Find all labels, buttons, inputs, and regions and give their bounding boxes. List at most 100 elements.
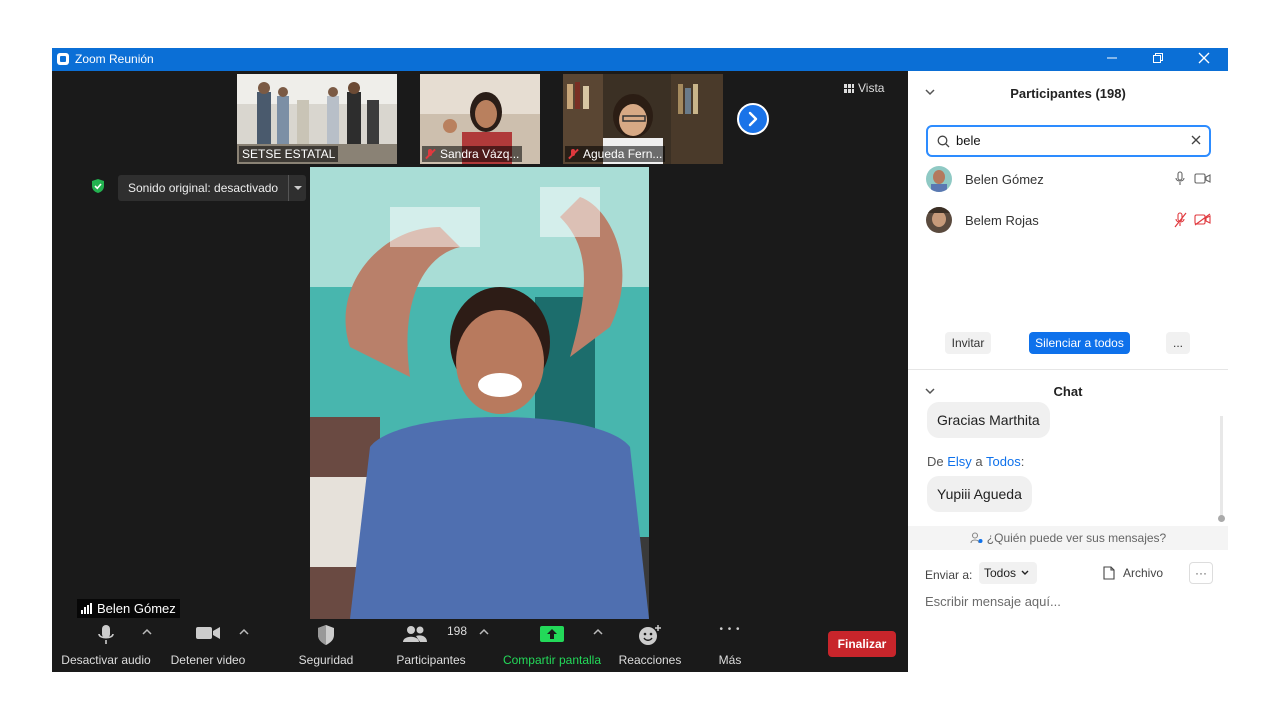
avatar <box>926 166 952 192</box>
mute-audio-label: Desactivar audio <box>61 653 151 667</box>
chat-sender-link[interactable]: Elsy <box>947 454 972 469</box>
invite-button[interactable]: Invitar <box>945 332 991 354</box>
active-speaker-name: Belen Gómez <box>97 601 176 616</box>
microphone-icon[interactable] <box>1175 171 1185 187</box>
participant-search-value: bele <box>956 133 981 148</box>
security-button[interactable]: Seguridad <box>290 618 362 672</box>
chat-message-input[interactable]: Escribir mensaje aquí... <box>925 593 1215 615</box>
file-label: Archivo <box>1123 566 1164 580</box>
video-off-icon[interactable] <box>1194 213 1212 226</box>
participants-icon <box>402 626 427 642</box>
more-dots-icon: • • • <box>719 624 741 635</box>
send-to-dropdown[interactable]: Todos <box>979 562 1037 584</box>
minimize-button[interactable] <box>1089 48 1135 71</box>
more-label: Más <box>718 653 742 667</box>
thumbnail-name-label: SETSE ESTATAL <box>239 146 339 162</box>
section-divider <box>908 369 1228 370</box>
mic-muted-icon <box>425 149 435 159</box>
chat-message-header: De Elsy a Todos: <box>927 454 1024 469</box>
who-can-see-messages[interactable]: ¿Quién puede ver sus mensajes? <box>908 526 1228 550</box>
meeting-toolbar: Desactivar audio Detener video Seguridad <box>52 618 908 672</box>
participants-label: Participantes <box>396 653 466 667</box>
restore-button[interactable] <box>1135 48 1181 71</box>
participant-search-input[interactable]: bele <box>926 125 1211 157</box>
stop-video-label: Detener video <box>170 653 246 667</box>
reactions-button[interactable]: Reacciones <box>614 618 686 672</box>
active-speaker-label: Belen Gómez <box>77 599 180 618</box>
mute-all-button[interactable]: Silenciar a todos <box>1029 332 1130 354</box>
video-options-caret-icon[interactable] <box>239 628 249 636</box>
close-icon <box>1198 52 1210 64</box>
zoom-window: Zoom Reunión SETSE ESTATAL Sandra Vázq..… <box>52 48 1228 672</box>
chevron-right-icon <box>748 111 758 127</box>
send-to-label: Enviar a: <box>925 568 973 582</box>
end-meeting-button[interactable]: Finalizar <box>828 631 896 657</box>
chat-scrollbar-thumb[interactable] <box>1218 515 1225 522</box>
participant-row[interactable]: Belem Rojas <box>926 207 1216 235</box>
title-bar: Zoom Reunión <box>52 48 1228 71</box>
window-title: Zoom Reunión <box>75 52 154 66</box>
grid-view-icon <box>844 83 854 93</box>
chat-middle: a <box>971 454 987 469</box>
search-icon <box>937 135 950 148</box>
security-label: Seguridad <box>298 653 354 667</box>
chat-suffix: : <box>1020 454 1025 469</box>
clear-search-icon[interactable] <box>1191 132 1201 148</box>
minimize-icon <box>1107 57 1117 59</box>
video-thumbnail[interactable]: Sandra Vázq... <box>420 74 540 164</box>
view-button[interactable]: Vista <box>844 81 884 95</box>
video-thumbnail[interactable]: SETSE ESTATAL <box>237 74 397 164</box>
share-screen-icon <box>540 626 564 642</box>
video-area: SETSE ESTATAL Sandra Vázq... Agueda Fern… <box>52 71 908 672</box>
original-sound-toggle[interactable]: Sonido original: desactivado <box>118 175 307 201</box>
mic-muted-icon[interactable] <box>1174 212 1187 228</box>
stop-video-button[interactable]: Detener video <box>164 618 252 672</box>
security-shield-icon <box>318 625 334 645</box>
reactions-smiley-icon <box>639 625 661 645</box>
file-button[interactable]: Archivo <box>1103 563 1163 583</box>
participants-count: 198 <box>447 624 468 638</box>
audio-options-caret-icon[interactable] <box>142 628 152 636</box>
participants-more-button[interactable]: ... <box>1166 332 1190 354</box>
next-page-button[interactable] <box>737 103 769 135</box>
chat-more-button[interactable]: ··· <box>1189 562 1213 584</box>
participant-name: Belen Gómez <box>965 172 1044 187</box>
restore-icon <box>1153 53 1163 63</box>
speaker-video-image <box>310 167 649 619</box>
original-sound-label: Sonido original: desactivado <box>128 181 279 195</box>
participant-row[interactable]: Belen Gómez <box>926 166 1216 194</box>
caret-down-icon[interactable] <box>288 175 306 201</box>
thumbnail-name-label: Agueda Fern... <box>565 146 666 162</box>
share-options-caret-icon[interactable] <box>593 628 603 636</box>
thumbnail-name: Agueda Fern... <box>583 147 663 161</box>
chat-recipient-link[interactable]: Todos <box>986 454 1021 469</box>
share-screen-button[interactable]: Compartir pantalla <box>500 618 604 672</box>
chat-message-bubble: Yupiii Agueda <box>927 476 1032 512</box>
zoom-app-icon <box>57 53 69 65</box>
close-window-button[interactable] <box>1181 48 1227 71</box>
mute-audio-button[interactable]: Desactivar audio <box>58 618 154 672</box>
thumbnail-name-label: Sandra Vázq... <box>422 146 523 162</box>
more-button[interactable]: • • • Más <box>700 618 760 672</box>
chevron-down-icon <box>1021 570 1029 575</box>
chat-panel-title: Chat <box>1053 384 1083 399</box>
side-panel: Participantes (198) bele Belen Gómez Bel… <box>908 71 1228 672</box>
share-screen-label: Compartir pantalla <box>502 653 602 667</box>
thumbnail-name: Sandra Vázq... <box>440 147 520 161</box>
video-camera-icon[interactable] <box>1194 173 1211 184</box>
chat-input-placeholder: Escribir mensaje aquí... <box>925 594 1061 609</box>
reactions-label: Reacciones <box>618 653 682 667</box>
view-button-label: Vista <box>858 81 885 95</box>
video-thumbnail[interactable]: Agueda Fern... <box>563 74 723 164</box>
chat-scrollbar[interactable] <box>1220 416 1223 516</box>
security-shield-icon <box>92 179 104 193</box>
file-icon <box>1103 566 1115 580</box>
thumbnail-name: SETSE ESTATAL <box>242 147 336 161</box>
person-lock-icon <box>970 532 983 544</box>
send-to-value: Todos <box>984 566 1017 580</box>
participant-name: Belem Rojas <box>965 213 1039 228</box>
participants-button[interactable]: 198 Participantes <box>390 618 472 672</box>
chat-message-bubble: Gracias Marthita <box>927 402 1050 438</box>
participants-panel-title: Participantes (198) <box>1010 86 1126 101</box>
participants-options-caret-icon[interactable] <box>479 628 489 636</box>
